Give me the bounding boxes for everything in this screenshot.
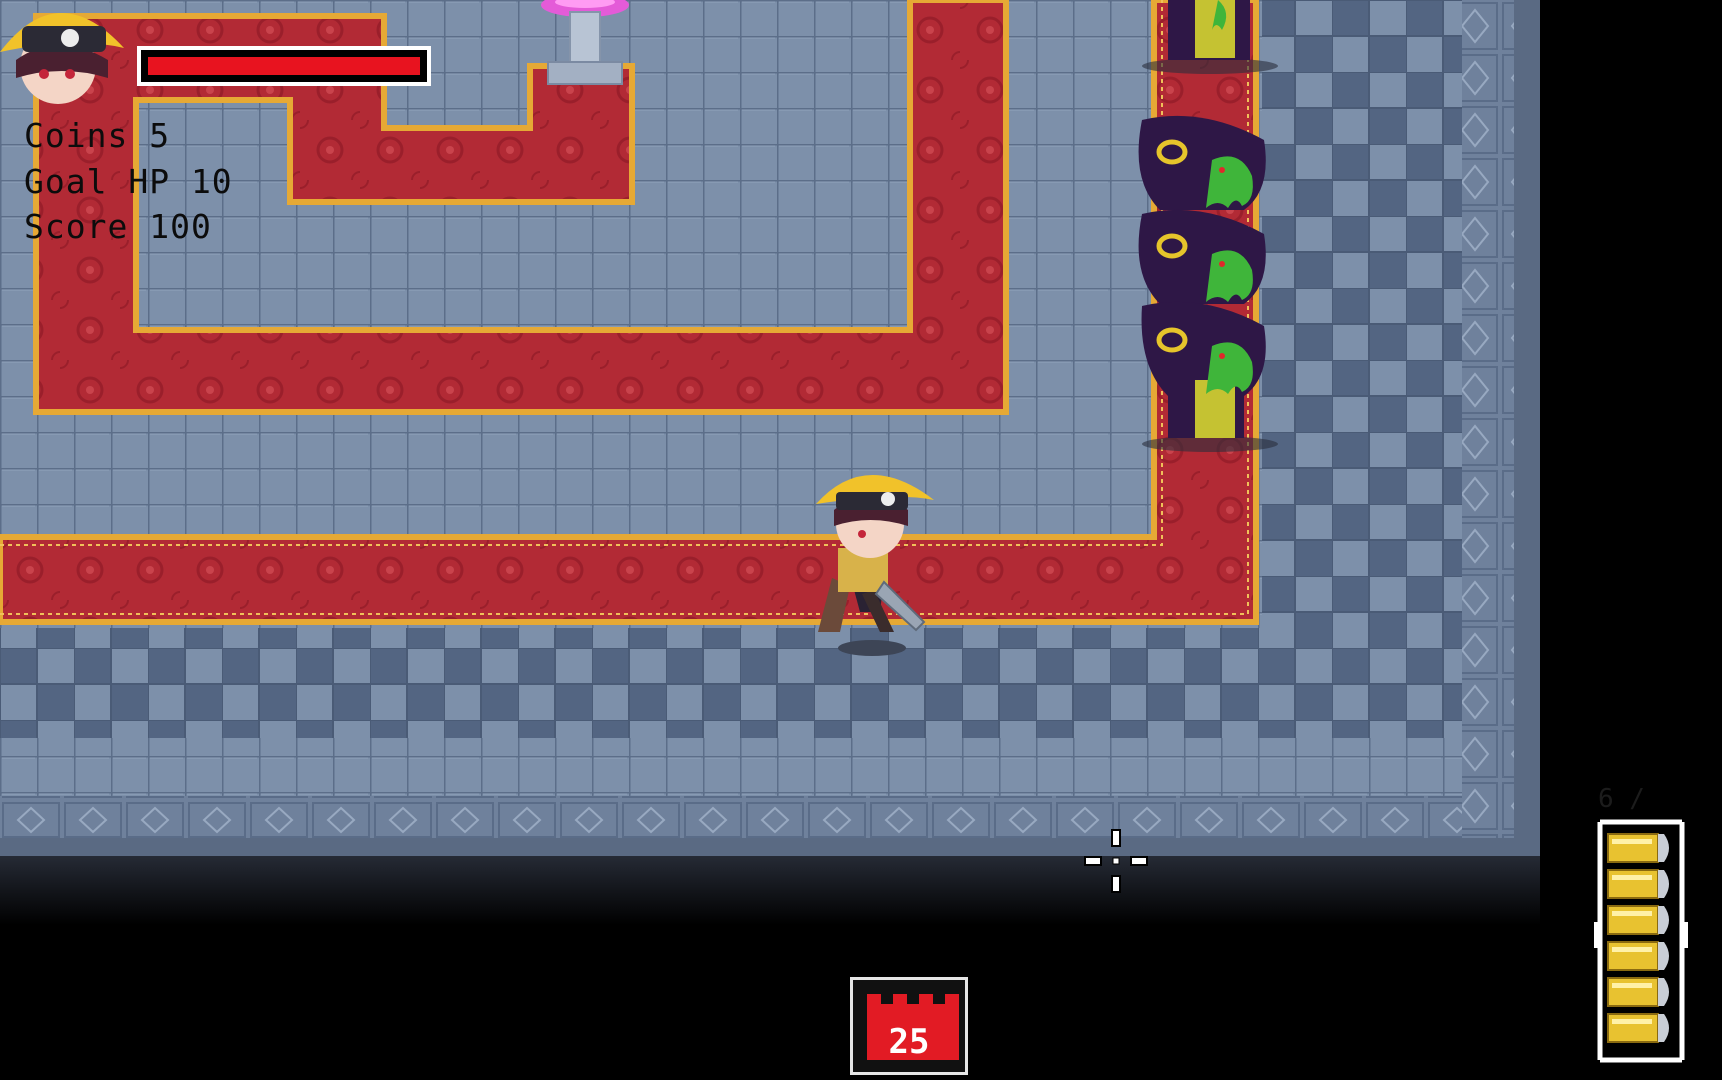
bullet-icon bbox=[1607, 833, 1669, 863]
ammo-count: 6 / bbox=[1598, 784, 1645, 814]
bullet-stack bbox=[1607, 833, 1669, 1043]
bullet-icon bbox=[1607, 941, 1669, 971]
player-hp-fill bbox=[148, 57, 420, 75]
ornamental-border-right bbox=[1462, 0, 1514, 838]
ammo-magazine bbox=[1594, 819, 1688, 1063]
checker-floor-bottom bbox=[0, 628, 1462, 738]
wall-shadow bbox=[0, 855, 1540, 925]
checker-floor-right bbox=[1262, 0, 1462, 640]
goal-hp-counter: Goal HP 10 bbox=[24, 162, 233, 201]
ornamental-border-bottom bbox=[0, 796, 1486, 838]
bullet-icon bbox=[1607, 905, 1669, 935]
crosshair-icon bbox=[1084, 829, 1148, 893]
bullet-icon bbox=[1607, 977, 1669, 1007]
wave-indicator: 25 bbox=[850, 977, 968, 1075]
wave-number: 25 bbox=[888, 1022, 930, 1062]
score-counter: Score 100 bbox=[24, 207, 212, 246]
outer-wall-right bbox=[1514, 0, 1540, 856]
player-hp-bar bbox=[137, 46, 431, 86]
coins-counter: Coins 5 bbox=[24, 116, 171, 155]
game-scene bbox=[0, 0, 1722, 1080]
bullet-icon bbox=[1607, 869, 1669, 899]
bullet-icon bbox=[1607, 1013, 1669, 1043]
